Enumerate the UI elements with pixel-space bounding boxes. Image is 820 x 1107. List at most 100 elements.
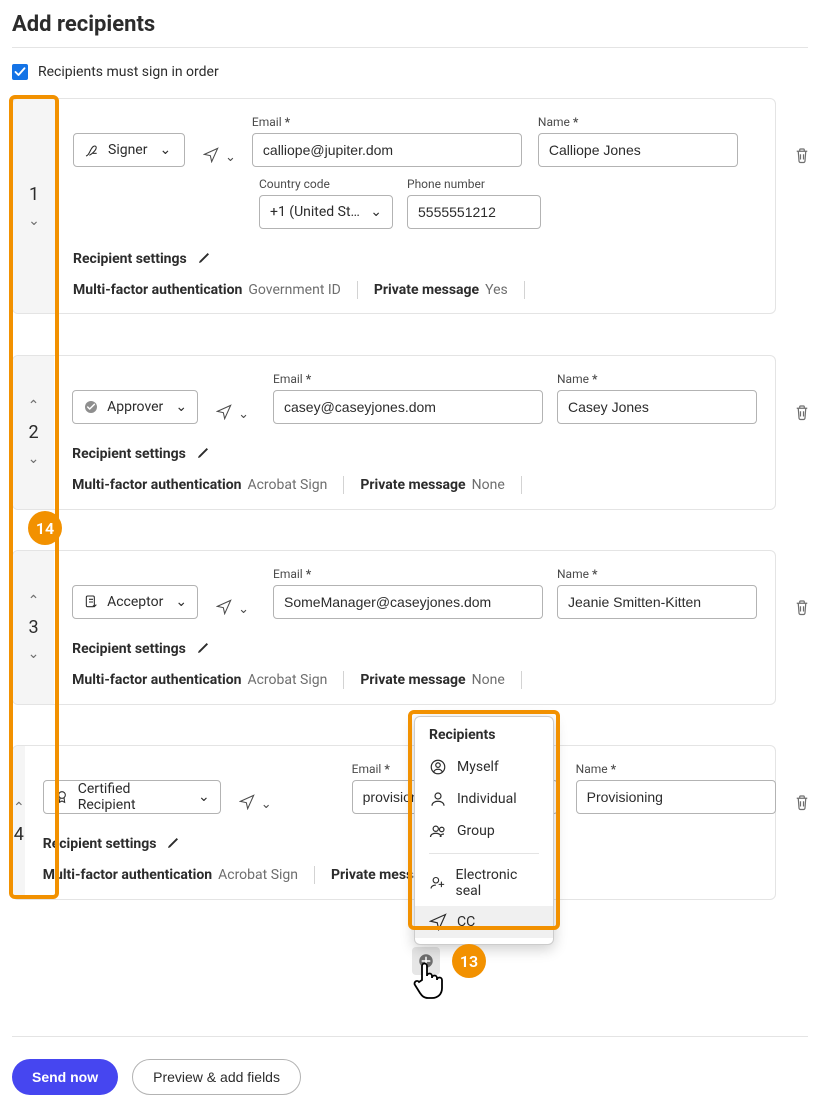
name-input[interactable] — [557, 585, 757, 619]
move-down-icon[interactable]: ⌄ — [28, 646, 40, 662]
card-body: Acceptor ⌄ ⌄ Email * Name * Recipient se… — [54, 551, 775, 704]
popover-item-myself[interactable]: Myself — [415, 751, 553, 783]
popover-item-individual[interactable]: Individual — [415, 783, 553, 815]
step-number: 4 — [14, 824, 24, 845]
email-input[interactable] — [252, 133, 522, 167]
card-body: Certified Recipient ⌄ ⌄ Email * Name * R… — [25, 746, 794, 899]
send-now-button[interactable]: Send now — [12, 1059, 118, 1095]
role-icon — [83, 594, 99, 610]
recipient-settings-row: Recipient settings — [72, 444, 757, 464]
move-up-icon[interactable]: ⌃ — [28, 593, 40, 609]
card-body: Signer ⌄ ⌄ Email * Name * Country code +… — [55, 99, 775, 313]
name-input[interactable] — [538, 133, 738, 167]
delivery-chevron-icon[interactable]: ⌄ — [261, 797, 272, 812]
recipients-popover: Recipients Myself Individual Group Elect… — [414, 716, 554, 945]
step-number: 1 — [29, 184, 39, 205]
role-select[interactable]: Certified Recipient ⌄ — [43, 780, 221, 814]
name-label: Name * — [557, 372, 757, 386]
send-icon[interactable] — [203, 147, 219, 167]
move-up-icon[interactable]: ⌃ — [13, 800, 25, 816]
divider — [12, 47, 808, 48]
edit-settings-icon[interactable] — [196, 639, 212, 659]
send-icon[interactable] — [216, 404, 232, 424]
step-column: ⌃4 — [13, 746, 25, 899]
email-label: Email * — [273, 567, 543, 581]
phone-input[interactable] — [407, 195, 541, 229]
role-icon — [83, 399, 99, 415]
delete-recipient-icon[interactable] — [793, 402, 811, 426]
cursor-hand-icon — [410, 958, 446, 1006]
email-label: Email * — [252, 115, 522, 129]
page-title: Add recipients — [12, 12, 808, 37]
popover-item-electronic-seal[interactable]: Electronic seal — [415, 860, 553, 906]
recipient-settings-row: Recipient settings — [73, 249, 757, 269]
recipient-card: 1⌄ Signer ⌄ ⌄ Email * Name * Country c — [12, 98, 776, 314]
delete-recipient-icon[interactable] — [793, 597, 811, 621]
role-label: Signer — [108, 142, 147, 158]
name-input[interactable] — [576, 780, 776, 814]
move-down-icon[interactable]: ⌄ — [28, 451, 40, 467]
role-select[interactable]: Signer ⌄ — [73, 133, 185, 167]
email-label: Email * — [273, 372, 543, 386]
recipient-details-row: Multi-factor authentication Government I… — [73, 281, 757, 299]
popover-item-cc[interactable]: CC — [415, 906, 553, 938]
delete-recipient-icon[interactable] — [793, 145, 811, 169]
role-label: Certified Recipient — [78, 781, 186, 813]
send-icon[interactable] — [216, 599, 232, 619]
role-label: Approver — [107, 399, 163, 415]
country-code-label: Country code — [259, 177, 393, 191]
role-icon — [84, 142, 100, 158]
name-label: Name * — [576, 762, 776, 776]
card-body: Approver ⌄ ⌄ Email * Name * Recipient se… — [54, 356, 775, 509]
recipient-settings-row: Recipient settings — [72, 639, 757, 659]
move-down-icon[interactable]: ⌄ — [28, 213, 40, 229]
move-up-icon[interactable]: ⌃ — [28, 398, 40, 414]
edit-settings-icon[interactable] — [166, 834, 182, 854]
recipient-details-row: Multi-factor authentication Acrobat Sign… — [72, 476, 757, 494]
role-icon — [54, 789, 70, 805]
preview-add-fields-button[interactable]: Preview & add fields — [132, 1059, 301, 1095]
popover-title: Recipients — [415, 727, 553, 751]
edit-settings-icon[interactable] — [197, 249, 213, 269]
recipient-details-row: Multi-factor authentication Acrobat Sign… — [43, 866, 776, 884]
recipient-card: ⌃ 3 ⌄ Acceptor ⌄ ⌄ Email * Name * Recipien… — [12, 550, 776, 705]
sign-order-label: Recipients must sign in order — [38, 64, 219, 80]
delivery-chevron-icon[interactable]: ⌄ — [225, 150, 236, 165]
chevron-down-icon: ⌄ — [198, 789, 210, 805]
name-label: Name * — [538, 115, 738, 129]
send-icon[interactable] — [239, 794, 255, 814]
recipient-card: ⌃4 Certified Recipient ⌄ ⌄ Email * Name … — [12, 745, 776, 900]
step-column: ⌃ 2 ⌄ — [13, 356, 54, 509]
name-label: Name * — [557, 567, 757, 581]
badge-13: 13 — [452, 944, 486, 978]
footer: Send now Preview & add fields — [12, 1036, 808, 1095]
country-code-select[interactable]: +1 (United St… ⌄ — [259, 195, 393, 229]
role-select[interactable]: Acceptor ⌄ — [72, 585, 198, 619]
role-label: Acceptor — [107, 594, 163, 610]
step-number: 3 — [28, 617, 38, 638]
popover-item-group[interactable]: Group — [415, 815, 553, 847]
email-input[interactable] — [273, 585, 543, 619]
step-column: 1⌄ — [13, 99, 55, 313]
email-input[interactable] — [273, 390, 543, 424]
recipient-card: ⌃ 2 ⌄ Approver ⌄ ⌄ Email * Name * Recipien… — [12, 355, 776, 510]
recipient-list: ⌃4 Certified Recipient ⌄ ⌄ Email * Name … — [12, 98, 808, 1006]
recipient-settings-row: Recipient settings — [43, 834, 776, 854]
chevron-down-icon: ⌄ — [370, 204, 382, 220]
edit-settings-icon[interactable] — [196, 444, 212, 464]
step-column: ⌃ 3 ⌄ — [13, 551, 54, 704]
delivery-chevron-icon[interactable]: ⌄ — [238, 602, 249, 617]
delete-recipient-icon[interactable] — [793, 792, 811, 816]
role-select[interactable]: Approver ⌄ — [72, 390, 198, 424]
chevron-down-icon: ⌄ — [175, 594, 187, 610]
sign-order-checkbox[interactable] — [12, 64, 28, 80]
name-input[interactable] — [557, 390, 757, 424]
step-number: 2 — [28, 422, 38, 443]
chevron-down-icon: ⌄ — [175, 399, 187, 415]
badge-14: 14 — [28, 511, 62, 545]
popover-divider — [429, 853, 539, 854]
delivery-chevron-icon[interactable]: ⌄ — [238, 407, 249, 422]
chevron-down-icon: ⌄ — [159, 142, 171, 158]
sign-order-row: Recipients must sign in order — [12, 64, 808, 80]
phone-label: Phone number — [407, 177, 541, 191]
